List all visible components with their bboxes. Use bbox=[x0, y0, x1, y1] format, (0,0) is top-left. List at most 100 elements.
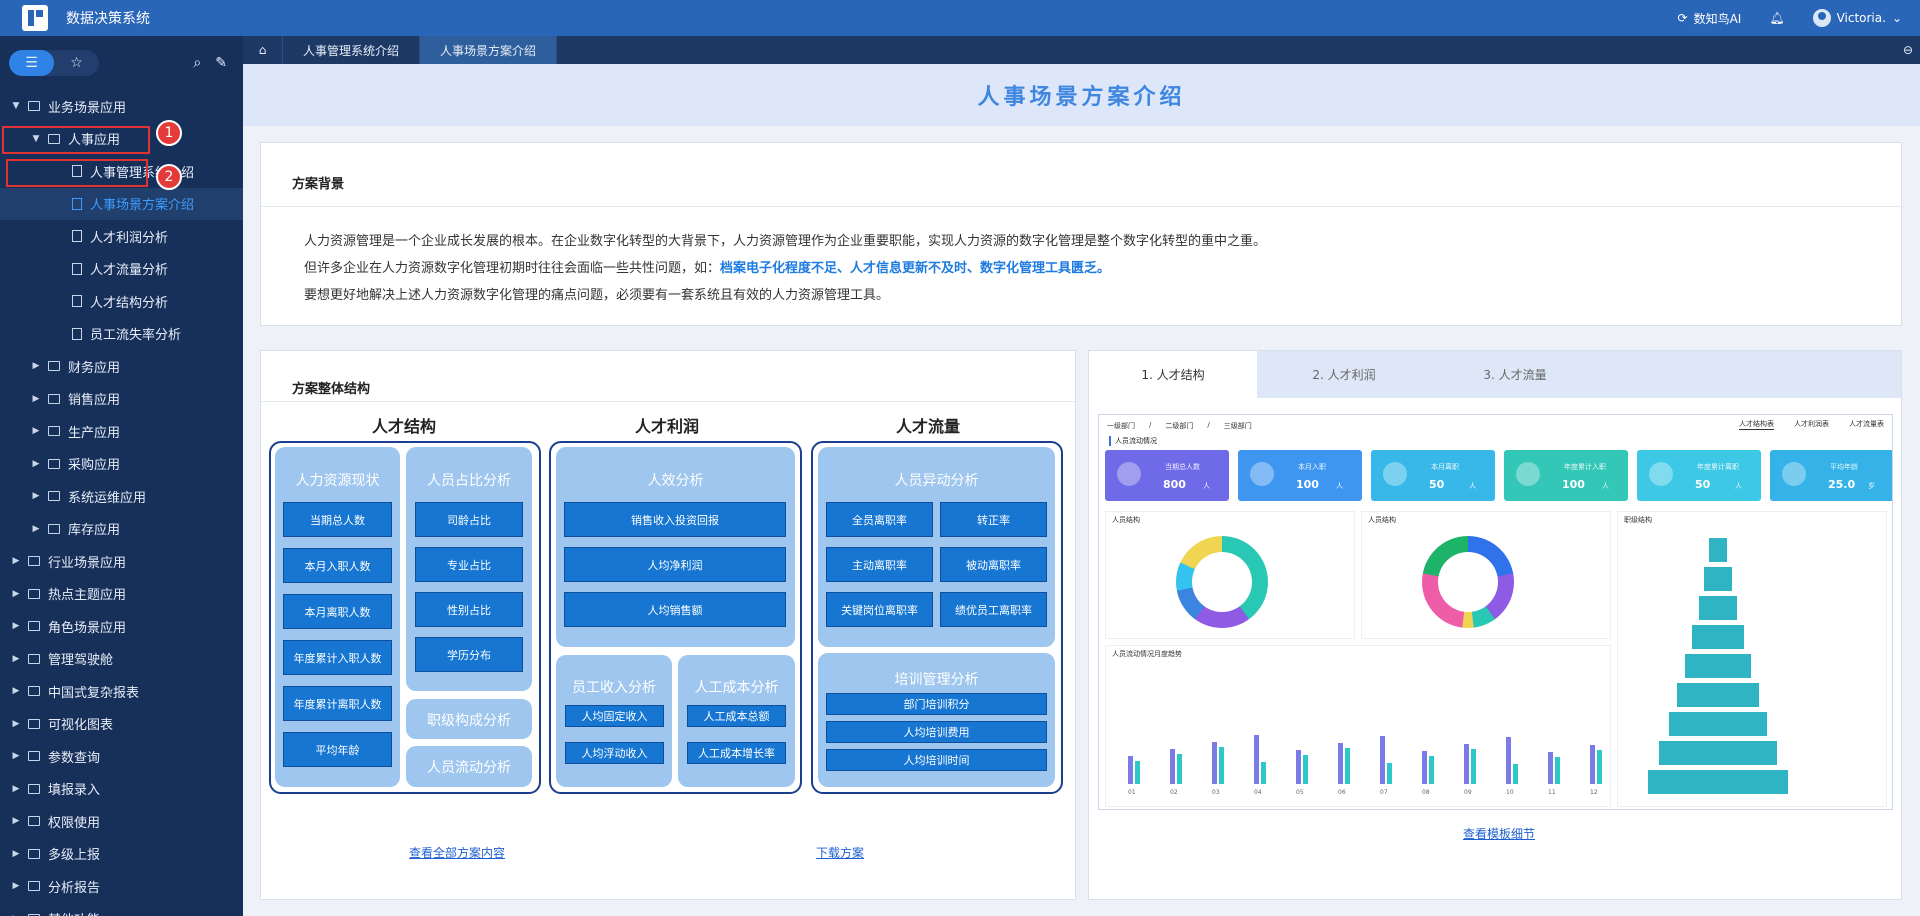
trend-bar bbox=[1219, 747, 1224, 784]
caret-right-icon[interactable]: ▶ bbox=[10, 816, 22, 826]
folder-icon bbox=[28, 751, 40, 762]
app-title: 数据决策系统 bbox=[66, 11, 150, 27]
view-all-link[interactable]: 查看全部方案内容 bbox=[409, 844, 505, 861]
folder-icon bbox=[48, 491, 60, 502]
sidebar-item[interactable]: 人才结构分析 bbox=[0, 285, 243, 318]
caret-right-icon[interactable]: ▶ bbox=[10, 784, 22, 794]
group-title: 员工收入分析 bbox=[572, 680, 656, 696]
month-tick: 12 bbox=[1590, 789, 1598, 796]
sidebar-item-label: 多级上报 bbox=[48, 848, 101, 864]
sidebar-item-label: 财务应用 bbox=[68, 360, 121, 376]
sidebar-item[interactable]: ▶其他功能 bbox=[0, 903, 243, 916]
sidebar-item[interactable]: ▶ 角色场景应用 bbox=[0, 610, 243, 643]
structure-item: 人均净利润 bbox=[564, 547, 786, 582]
user-menu[interactable]: Victoria. ⌄ bbox=[1812, 9, 1902, 27]
collapse-icon[interactable]: ⊖ bbox=[1896, 36, 1920, 64]
caret-right-icon[interactable]: ▶ bbox=[10, 589, 22, 599]
sidebar-item[interactable]: ▶ 生产应用 bbox=[0, 415, 243, 448]
ai-button[interactable]: ⟳ 数知鸟AI bbox=[1678, 10, 1742, 27]
group-hr-status: 人力资源现状 当期总人数 本月入职人数 本月离职人数 年度累计入职人数 年度累计离职人数… bbox=[275, 447, 400, 787]
home-icon[interactable]: ⌂ bbox=[243, 36, 283, 64]
kpi-card: 年度累计离职 50 人 bbox=[1637, 450, 1761, 501]
pyramid-bar bbox=[1692, 625, 1744, 649]
sidebar-item[interactable]: 人才利润分析 bbox=[0, 220, 243, 253]
sidebar-item[interactable]: ▶ 系统运维应用 bbox=[0, 480, 243, 513]
sidebar-item[interactable]: 人事场景方案介绍 bbox=[0, 187, 243, 220]
caret-right-icon[interactable]: ▶ bbox=[10, 881, 22, 891]
preview-tab-profit[interactable]: 2. 人才利润 bbox=[1260, 351, 1428, 398]
column-profit: 人效分析 销售收入投资回报 人均净利润 人均销售额 员工收入分析 人均固定收入 人均浮… bbox=[549, 441, 802, 794]
group-title: 人员占比分析 bbox=[427, 473, 511, 489]
preview-tab-flow[interactable]: 3. 人才流量 bbox=[1431, 351, 1599, 398]
preview-breadcrumb: 一级部门 / 二级部门 / 三级部门 bbox=[1107, 421, 1252, 430]
caret-right-icon[interactable]: ▶ bbox=[30, 459, 42, 469]
sidebar-item[interactable]: 人才流量分析 bbox=[0, 253, 243, 286]
kpi-icon bbox=[1117, 462, 1141, 486]
sidebar-item[interactable]: ▶ 管理驾驶舱 bbox=[0, 643, 243, 676]
structure-item: 年度累计离职人数 bbox=[283, 686, 392, 721]
sidebar-item[interactable]: ▶ 可视化图表 bbox=[0, 708, 243, 741]
sidebar-item[interactable]: ▶ 填报录入 bbox=[0, 773, 243, 806]
caret-right-icon[interactable]: ▶ bbox=[10, 719, 22, 729]
sidebar-item[interactable]: ▶ 权限使用 bbox=[0, 805, 243, 838]
caret-right-icon[interactable]: ▶ bbox=[10, 849, 22, 859]
sidebar-item-label: 库存应用 bbox=[68, 523, 121, 539]
pyramid-bar bbox=[1685, 654, 1751, 678]
structure-item: 部门培训积分 bbox=[826, 693, 1047, 715]
caret-right-icon[interactable]: ▶ bbox=[10, 751, 22, 761]
sidebar-item[interactable]: ▶ 分析报告 bbox=[0, 870, 243, 903]
sidebar-view-toggle[interactable]: ☰ ☆ bbox=[9, 50, 99, 76]
caret-right-icon[interactable]: ▶ bbox=[10, 556, 22, 566]
sidebar-item[interactable]: ▼ 业务场景应用 bbox=[0, 90, 243, 123]
sidebar-item-label: 角色场景应用 bbox=[48, 620, 127, 636]
month-tick: 03 bbox=[1212, 789, 1220, 796]
trend-bar bbox=[1429, 756, 1434, 784]
caret-right-icon[interactable]: ▶ bbox=[30, 524, 42, 534]
caret-right-icon[interactable]: ▶ bbox=[10, 621, 22, 631]
caret-right-icon[interactable]: ▶ bbox=[30, 426, 42, 436]
caret-right-icon[interactable]: ▶ bbox=[10, 686, 22, 696]
caret-right-icon[interactable]: ▶ bbox=[30, 361, 42, 371]
download-link[interactable]: 下载方案 bbox=[816, 844, 864, 861]
sidebar-item[interactable]: ▶ 热点主题应用 bbox=[0, 578, 243, 611]
top-bar: 数据决策系统 ⟳ 数知鸟AI 🔔︎ Victoria. ⌄ bbox=[0, 0, 1920, 36]
folder-icon bbox=[28, 783, 40, 794]
sidebar-item[interactable]: ▶ 参数查询 bbox=[0, 740, 243, 773]
group-title: 职级构成分析 bbox=[427, 713, 511, 729]
column-structure: 人力资源现状 当期总人数 本月入职人数 本月离职人数 年度累计入职人数 年度累计离职人数… bbox=[269, 441, 541, 794]
caret-right-icon[interactable]: ▶ bbox=[30, 491, 42, 501]
sidebar-item[interactable]: ▶ 行业场景应用 bbox=[0, 545, 243, 578]
sidebar-item[interactable]: ▶ 中国式复杂报表 bbox=[0, 675, 243, 708]
sidebar-item[interactable]: ▶ 多级上报 bbox=[0, 838, 243, 871]
preview-tab-structure[interactable]: 1. 人才结构 bbox=[1089, 351, 1257, 398]
sidebar-item[interactable]: ▶ 库存应用 bbox=[0, 513, 243, 546]
group-title: 培训管理分析 bbox=[894, 672, 979, 688]
sidebar-item[interactable]: ▶ 采购应用 bbox=[0, 448, 243, 481]
sidebar-item[interactable]: ▶ 财务应用 bbox=[0, 350, 243, 383]
pin-icon[interactable]: ✎ bbox=[215, 55, 227, 71]
view-template-link[interactable]: 查看模板细节 bbox=[1463, 825, 1535, 842]
tab-hr-scenario-intro[interactable]: 人事场景方案介绍 bbox=[420, 36, 558, 64]
kpi-card: 本月入职 100 人 bbox=[1238, 450, 1362, 501]
group-title: 人员流动分析 bbox=[427, 760, 511, 776]
sidebar-item[interactable]: 员工流失率分析 bbox=[0, 318, 243, 351]
sidebar-item[interactable]: ▶ 销售应用 bbox=[0, 383, 243, 416]
group-training: 培训管理分析 部门培训积分 人均培训费用 人均培训时间 bbox=[818, 653, 1055, 787]
tab-hr-system-intro[interactable]: 人事管理系统介绍 bbox=[283, 36, 421, 64]
caret-down-icon[interactable]: ▼ bbox=[10, 101, 22, 111]
folder-icon bbox=[28, 101, 40, 112]
trend-bar bbox=[1387, 763, 1392, 784]
pyramid-bar bbox=[1669, 712, 1767, 736]
group-flow: 人员流动分析 bbox=[406, 746, 532, 787]
kpi-card: 年度累计入职 100 人 bbox=[1504, 450, 1628, 501]
notification-bell-icon[interactable]: 🔔︎ bbox=[1769, 11, 1784, 25]
app-logo-icon[interactable] bbox=[22, 5, 48, 31]
column-title-flow: 人才流量 bbox=[895, 417, 960, 436]
structure-item: 当期总人数 bbox=[283, 502, 392, 537]
search-icon[interactable]: ⌕ bbox=[193, 55, 201, 71]
caret-right-icon[interactable]: ▶ bbox=[10, 654, 22, 664]
star-icon[interactable]: ☆ bbox=[54, 50, 99, 76]
caret-right-icon[interactable]: ▶ bbox=[30, 394, 42, 404]
folder-icon bbox=[28, 556, 40, 567]
list-icon[interactable]: ☰ bbox=[9, 50, 54, 76]
